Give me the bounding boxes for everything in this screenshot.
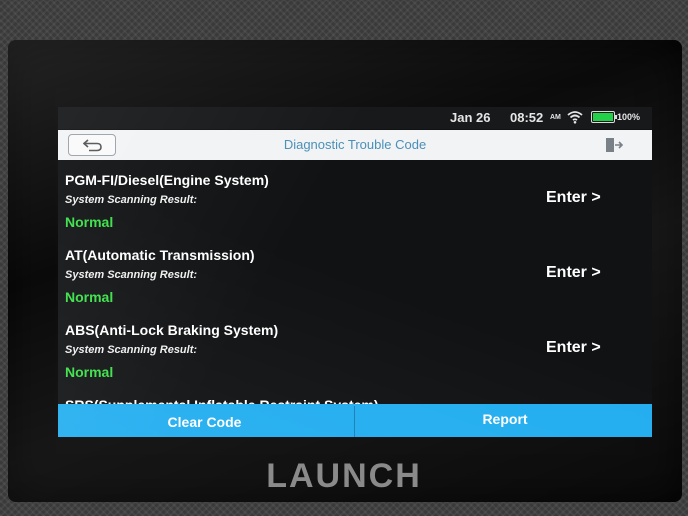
enter-button[interactable]: Enter > <box>546 189 601 207</box>
status-bar: Jan 26 08:52 AM 100% <box>58 107 652 129</box>
screen: Jan 26 08:52 AM 100% Diagnostic Trouble … <box>58 107 652 437</box>
status-date: Jan 26 <box>450 110 491 125</box>
scan-result-value: Normal <box>65 364 114 380</box>
scan-result-label: System Scanning Result: <box>65 194 198 206</box>
list-item: AT(Automatic Transmission) System Scanni… <box>58 238 652 312</box>
brand-logo: LAUNCH <box>266 457 422 495</box>
scan-result-value: Normal <box>65 289 114 305</box>
report-button[interactable]: Report <box>355 404 652 437</box>
list-item: ABS(Anti-Lock Braking System) System Sca… <box>58 313 652 387</box>
status-time: 08:52 <box>510 110 544 125</box>
scan-result-label: System Scanning Result: <box>65 269 198 281</box>
list-item: PGM-FI/Diesel(Engine System) System Scan… <box>58 163 652 237</box>
enter-button[interactable]: Enter > <box>546 339 601 357</box>
exit-button[interactable] <box>604 136 624 154</box>
battery-percent: 100% <box>617 112 641 122</box>
clear-code-button[interactable]: Clear Code <box>58 404 354 437</box>
page-title: Diagnostic Trouble Code <box>283 137 427 152</box>
scan-result-label: System Scanning Result: <box>65 344 198 356</box>
exit-icon <box>606 138 624 152</box>
system-name: PGM-FI/Diesel(Engine System) <box>65 172 269 188</box>
scan-result-value: Normal <box>65 214 114 230</box>
bottom-action-bar: Clear Code Report <box>58 404 652 437</box>
status-ampm: AM <box>550 114 561 121</box>
enter-button[interactable]: Enter > <box>546 264 601 282</box>
battery-icon <box>591 111 617 123</box>
wifi-icon <box>567 110 583 124</box>
system-name: AT(Automatic Transmission) <box>65 247 255 263</box>
system-name: ABS(Anti-Lock Braking System) <box>65 322 279 338</box>
title-bar: Diagnostic Trouble Code <box>58 130 652 160</box>
